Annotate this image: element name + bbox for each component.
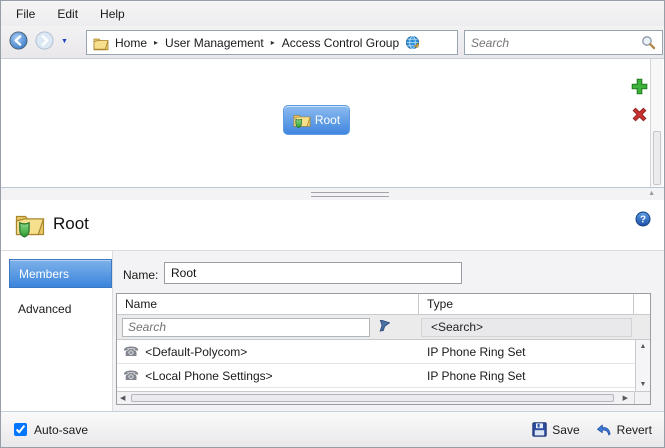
- name-input[interactable]: [164, 262, 462, 284]
- menu-file[interactable]: File: [5, 3, 46, 25]
- table-search-input[interactable]: [122, 318, 370, 337]
- menu-bar: File Edit Help: [1, 1, 664, 26]
- back-arrow-icon: [9, 31, 28, 50]
- breadcrumb-separator: ▸: [153, 38, 159, 47]
- member-name: <Default-Polycom>: [145, 345, 247, 359]
- delete-group-button[interactable]: [631, 106, 648, 123]
- forward-button[interactable]: [35, 31, 54, 50]
- table-row[interactable]: ☎ <Default-Polycom> IP Phone Ring Set: [117, 340, 635, 364]
- application-window: File Edit Help ▼ Home: [0, 0, 665, 448]
- table-horizontal-scrollbar[interactable]: ◀ ▶: [117, 391, 650, 404]
- filter-icon[interactable]: [376, 320, 390, 334]
- table-body: ☎ <Default-Polycom> IP Phone Ring Set ☎ …: [117, 340, 650, 391]
- x-icon: [631, 106, 648, 123]
- member-type: IP Phone Ring Set: [419, 340, 635, 363]
- scrollbar-thumb[interactable]: [653, 131, 661, 185]
- svg-text:?: ?: [640, 215, 646, 226]
- scroll-down-icon[interactable]: ▼: [636, 381, 650, 388]
- scrollbar-thumb[interactable]: [131, 394, 614, 402]
- globe-icon[interactable]: [405, 35, 420, 50]
- breadcrumb-item-home[interactable]: Home: [115, 36, 147, 50]
- save-label: Save: [552, 423, 579, 437]
- phone-icon: ☎: [123, 345, 139, 358]
- pane-splitter[interactable]: ▲: [1, 187, 664, 200]
- scroll-right-icon[interactable]: ▶: [623, 394, 628, 402]
- autosave-checkbox[interactable]: [14, 423, 27, 436]
- collapse-pane-icon[interactable]: ▲: [648, 190, 655, 197]
- tab-advanced[interactable]: Advanced: [9, 294, 112, 323]
- name-label: Name:: [123, 268, 158, 282]
- global-search-input[interactable]: [471, 36, 641, 50]
- revert-label: Revert: [617, 423, 652, 437]
- folder-icon: [93, 35, 109, 51]
- help-button[interactable]: ?: [635, 211, 651, 227]
- table-filter-row: <Search>: [117, 315, 650, 340]
- detail-tab-column: Members Advanced: [2, 251, 113, 413]
- floppy-disk-icon: [532, 422, 547, 437]
- menu-edit[interactable]: Edit: [46, 3, 89, 25]
- forward-arrow-icon: [35, 31, 54, 50]
- breadcrumb-separator: ▸: [270, 38, 276, 47]
- table-vertical-scrollbar[interactable]: ▲ ▼: [635, 340, 650, 391]
- type-filter-dropdown[interactable]: <Search>: [421, 318, 632, 337]
- history-dropdown-icon[interactable]: ▼: [61, 38, 68, 45]
- autosave-label: Auto-save: [34, 423, 88, 437]
- column-header-spacer: [634, 294, 650, 314]
- scroll-left-icon[interactable]: ◀: [120, 394, 125, 402]
- canvas-vertical-scrollbar[interactable]: [650, 59, 663, 187]
- phone-icon: ☎: [123, 369, 139, 382]
- revert-button[interactable]: Revert: [596, 422, 652, 437]
- folder-shield-icon: [293, 111, 311, 129]
- tree-node-root[interactable]: Root: [283, 105, 350, 135]
- add-group-button[interactable]: [631, 78, 648, 95]
- menu-help[interactable]: Help: [89, 3, 136, 25]
- navigation-toolbar: ▼ Home ▸ User Management ▸ Access Contro…: [1, 26, 664, 59]
- breadcrumb-item-access-control-group[interactable]: Access Control Group: [282, 36, 399, 50]
- scroll-up-icon[interactable]: ▲: [636, 343, 650, 350]
- breadcrumb: Home ▸ User Management ▸ Access Control …: [86, 30, 458, 55]
- autosave-group: Auto-save: [14, 423, 88, 437]
- splitter-grip-icon[interactable]: [311, 192, 389, 197]
- column-header-name[interactable]: Name: [117, 294, 419, 314]
- save-button[interactable]: Save: [532, 422, 579, 437]
- group-tree-canvas[interactable]: Root: [1, 59, 664, 187]
- tab-members[interactable]: Members: [9, 259, 112, 288]
- revert-arrow-icon: [596, 422, 612, 437]
- detail-title: Root: [53, 214, 89, 234]
- tree-node-label: Root: [315, 113, 340, 127]
- detail-header: Root ?: [1, 200, 664, 251]
- table-row[interactable]: ☎ <Local Phone Settings> IP Phone Ring S…: [117, 364, 635, 388]
- plus-icon: [631, 78, 648, 95]
- column-header-type[interactable]: Type: [419, 294, 634, 314]
- member-name: <Local Phone Settings>: [145, 369, 272, 383]
- back-button[interactable]: [9, 31, 28, 50]
- breadcrumb-item-user-management[interactable]: User Management: [165, 36, 264, 50]
- folder-shield-icon: [15, 209, 45, 239]
- search-icon[interactable]: [641, 35, 656, 50]
- table-header-row: Name Type: [117, 294, 650, 315]
- detail-content: Members Advanced Name: Name Type: [1, 251, 664, 413]
- member-type: IP Phone Ring Set: [419, 364, 635, 387]
- members-table: Name Type <Search>: [116, 293, 651, 405]
- status-bar: Auto-save Save Revert: [1, 411, 664, 447]
- members-pane: Name: Name Type: [113, 251, 664, 413]
- scrollbar-corner: [634, 392, 650, 404]
- global-search-box: [464, 30, 663, 55]
- question-mark-icon: ?: [635, 211, 651, 227]
